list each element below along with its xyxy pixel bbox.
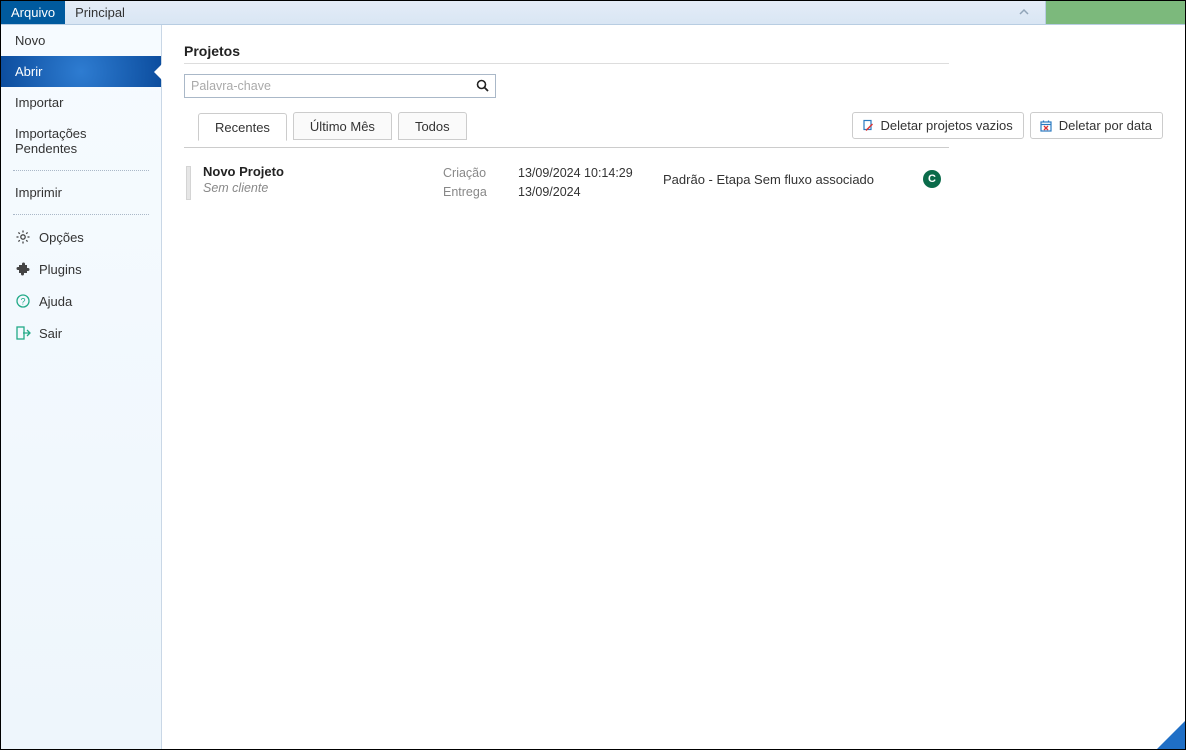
project-actions: Deletar projetos vazios Deletar por data (852, 112, 1163, 139)
ribbon-tab-arquivo[interactable]: Arquivo (1, 1, 65, 24)
project-date-labels: Criação Entrega (443, 164, 518, 202)
label-criacao: Criação (443, 164, 518, 183)
project-status: Padrão - Etapa Sem fluxo associado (663, 164, 923, 187)
button-label: Deletar por data (1059, 118, 1152, 133)
main-content: Projetos Recentes Último Mês Todos Delet… (162, 25, 1185, 749)
search-box[interactable] (184, 74, 496, 98)
status-badge-c: C (923, 170, 941, 188)
sidebar-item-sair[interactable]: Sair (1, 317, 161, 349)
sidebar-separator (13, 214, 149, 215)
project-date-values: 13/09/2024 10:14:29 13/09/2024 (518, 164, 663, 202)
sidebar-item-opcoes[interactable]: Opções (1, 221, 161, 253)
sidebar-item-label: Opções (39, 230, 84, 245)
value-delivery: 13/09/2024 (518, 183, 663, 202)
sidebar-item-label: Sair (39, 326, 62, 341)
tab-ultimo-mes[interactable]: Último Mês (293, 112, 392, 140)
exit-icon (15, 325, 31, 341)
sidebar-item-imprimir[interactable]: Imprimir (1, 177, 161, 208)
delete-empty-button[interactable]: Deletar projetos vazios (852, 112, 1024, 139)
gear-icon (15, 229, 31, 245)
project-color-bar (186, 166, 191, 200)
label-entrega: Entrega (443, 183, 518, 202)
project-badge-col: C (923, 164, 941, 188)
sidebar-separator (13, 170, 149, 171)
project-title: Novo Projeto (203, 164, 443, 179)
sidebar-item-ajuda[interactable]: ? Ajuda (1, 285, 161, 317)
project-client: Sem cliente (203, 181, 443, 195)
project-tabs: Recentes Último Mês Todos (198, 112, 467, 140)
delete-by-date-button[interactable]: Deletar por data (1030, 112, 1163, 139)
search-icon[interactable] (475, 78, 491, 94)
svg-text:?: ? (20, 297, 25, 307)
sidebar-item-label: Ajuda (39, 294, 72, 309)
project-name-col: Novo Projeto Sem cliente (203, 164, 443, 195)
sidebar-item-label: Plugins (39, 262, 82, 277)
calendar-delete-icon (1039, 119, 1053, 133)
sidebar-item-importacoes-pendentes[interactable]: Importações Pendentes (1, 118, 161, 164)
puzzle-icon (15, 261, 31, 277)
resize-grip-corner[interactable] (1157, 721, 1185, 749)
sidebar-item-importar[interactable]: Importar (1, 87, 161, 118)
value-created: 13/09/2024 10:14:29 (518, 164, 663, 183)
tab-todos[interactable]: Todos (398, 112, 467, 140)
title-accent-block (1045, 1, 1185, 24)
page-title: Projetos (184, 43, 1163, 59)
title-divider (184, 63, 949, 64)
tabs-and-actions-row: Recentes Último Mês Todos Deletar projet… (184, 112, 1163, 140)
collapse-ribbon-icon[interactable] (1017, 5, 1031, 19)
project-list-item[interactable]: Novo Projeto Sem cliente Criação Entrega… (184, 162, 1163, 204)
sidebar-item-abrir[interactable]: Abrir (1, 56, 161, 87)
tabs-underline (184, 147, 949, 148)
button-label: Deletar projetos vazios (881, 118, 1013, 133)
delete-doc-icon (861, 119, 875, 133)
help-icon: ? (15, 293, 31, 309)
file-menu-sidebar: Novo Abrir Importar Importações Pendente… (1, 25, 162, 749)
ribbon-tab-principal[interactable]: Principal (65, 1, 135, 24)
sidebar-item-novo[interactable]: Novo (1, 25, 161, 56)
search-input[interactable] (191, 79, 475, 93)
tab-recentes[interactable]: Recentes (198, 113, 287, 141)
sidebar-item-plugins[interactable]: Plugins (1, 253, 161, 285)
top-ribbon: Arquivo Principal (1, 1, 1185, 25)
